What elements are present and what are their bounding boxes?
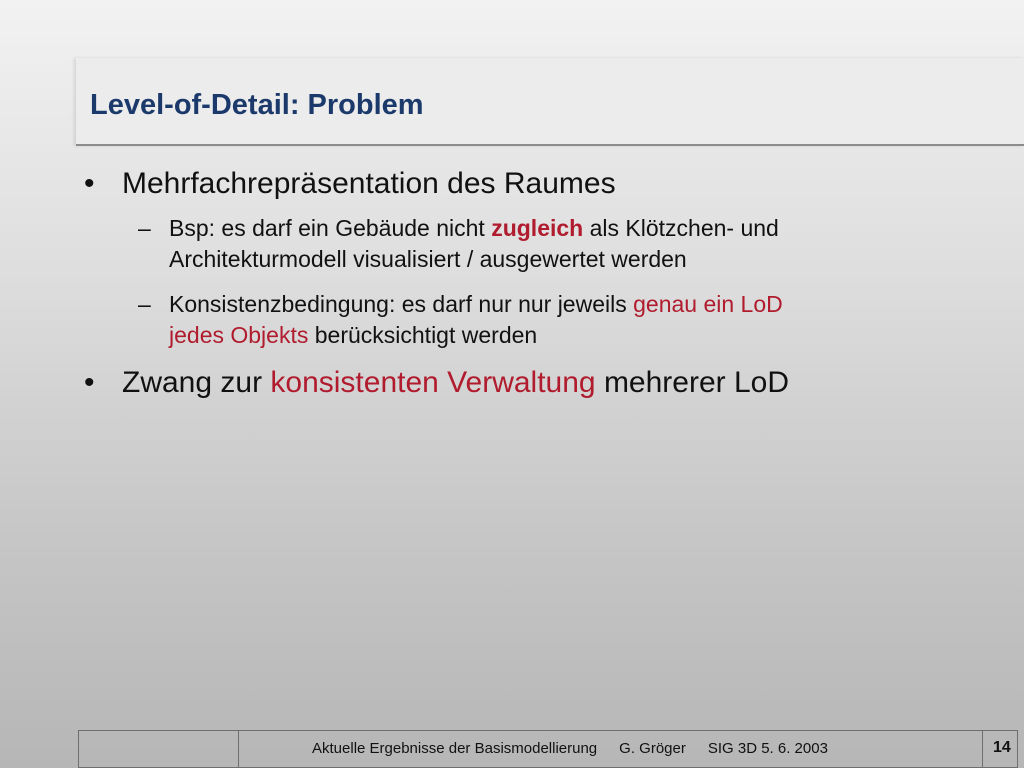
sub-bullet-line: jedes Objekts berücksichtigt werden — [169, 320, 783, 351]
footer-event: SIG 3D 5. 6. 2003 — [707, 740, 828, 757]
sub-bullet-line: Architekturmodell visualisiert / ausgewe… — [169, 246, 687, 272]
text-run: mehrerer LoD — [595, 366, 790, 399]
highlight-text: genau ein LoD — [633, 291, 783, 317]
footer-divider — [982, 731, 983, 767]
slide-footer: Aktuelle Ergebnisse der Basismodellierun… — [78, 730, 1018, 768]
footer-talk-title: Aktuelle Ergebnisse der Basismodellierun… — [312, 740, 598, 757]
slide-content: • Mehrfachrepräsentation des Raumes – Bs… — [0, 0, 1024, 700]
sub-bullet-text: Bsp: es darf ein Gebäude nicht zugleich … — [169, 213, 779, 275]
bullet-text: Zwang zur konsistenten Verwaltung mehrer… — [122, 366, 789, 400]
footer-divider — [78, 731, 79, 767]
footer-info: Aktuelle Ergebnisse der Basismodellierun… — [312, 740, 828, 757]
sub-bullet-line: Konsistenzbedingung: es darf nur nur jew… — [169, 289, 783, 320]
highlight-text: zugleich — [491, 215, 584, 241]
sub-bullet-text: Konsistenzbedingung: es darf nur nur jew… — [169, 289, 783, 351]
sub-bullet-line: Bsp: es darf ein Gebäude nicht zugleich … — [169, 213, 779, 244]
footer-divider — [1017, 731, 1018, 767]
text-run: Bsp: es darf ein Gebäude nicht — [169, 215, 492, 241]
page-number: 14 — [993, 739, 1011, 756]
sub-bullet-marker: – — [138, 215, 151, 241]
bullet-marker: • — [84, 167, 95, 200]
footer-author: G. Gröger — [619, 740, 686, 757]
text-run: berücksichtigt werden — [308, 322, 538, 348]
bullet-text: Mehrfachrepräsentation des Raumes — [122, 167, 616, 200]
text-run: Konsistenzbedingung: es darf nur nur jew… — [169, 291, 634, 317]
sub-bullet-marker: – — [138, 291, 151, 317]
highlight-text: konsistenten Verwaltung — [270, 366, 596, 399]
text-run: Zwang zur — [122, 366, 271, 399]
highlight-text: jedes Objekts — [169, 322, 309, 348]
bullet-marker: • — [84, 366, 95, 399]
text-run: als Klötzchen- und — [583, 215, 779, 241]
footer-divider — [238, 731, 239, 767]
